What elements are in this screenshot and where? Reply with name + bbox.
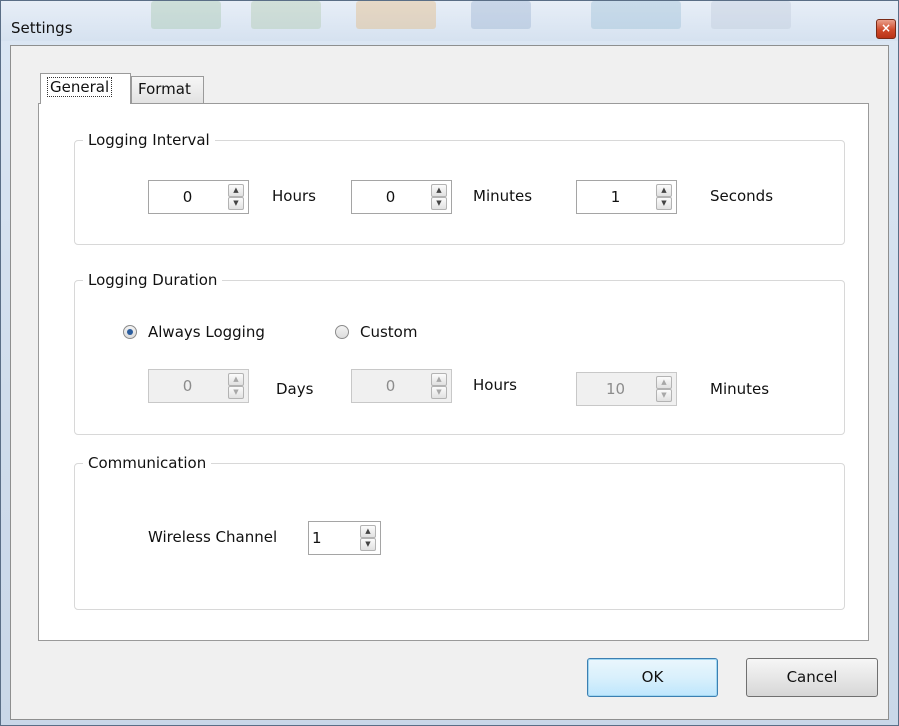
stepper-arrows: ▲ ▼ <box>656 184 672 210</box>
duration-hours-stepper: 0 ▲ ▼ <box>351 369 452 403</box>
custom-radio[interactable] <box>335 325 349 339</box>
spin-up-icon: ▲ <box>656 376 672 389</box>
spin-up-icon: ▲ <box>431 373 447 386</box>
background-ghost <box>471 1 531 29</box>
spin-up-icon[interactable]: ▲ <box>360 525 376 538</box>
title-bar[interactable]: Settings × <box>1 1 898 41</box>
stepper-arrows: ▲ ▼ <box>360 525 376 551</box>
window-title: Settings <box>11 19 73 37</box>
minutes-unit-label: Minutes <box>473 187 533 205</box>
wireless-channel-label: Wireless Channel <box>148 528 278 546</box>
spin-down-icon[interactable]: ▼ <box>656 197 672 210</box>
hours-unit-label: Hours <box>272 187 316 205</box>
interval-minutes-stepper[interactable]: 0 ▲ ▼ <box>351 180 452 214</box>
background-ghost <box>251 1 321 29</box>
background-ghost <box>711 1 791 29</box>
logging-duration-group: Logging Duration <box>74 270 845 435</box>
close-icon: × <box>880 21 892 35</box>
spin-down-icon[interactable]: ▼ <box>228 197 244 210</box>
spin-up-icon[interactable]: ▲ <box>228 184 244 197</box>
close-button[interactable]: × <box>876 19 896 39</box>
wireless-channel-stepper[interactable]: 1 ▲ ▼ <box>308 521 381 555</box>
stepper-value: 1 <box>312 529 322 547</box>
background-ghost <box>591 1 681 29</box>
custom-label[interactable]: Custom <box>360 323 417 341</box>
stepper-value: 0 <box>182 377 193 395</box>
spin-down-icon[interactable]: ▼ <box>431 197 447 210</box>
duration-days-stepper: 0 ▲ ▼ <box>148 369 249 403</box>
minutes-unit-label: Minutes <box>710 380 770 398</box>
background-ghost <box>151 1 221 29</box>
spin-down-icon: ▼ <box>656 389 672 402</box>
stepper-arrows: ▲ ▼ <box>656 376 672 402</box>
hours-unit-label: Hours <box>473 376 517 394</box>
tab-format[interactable]: Format <box>131 76 204 103</box>
spin-down-icon: ▼ <box>228 386 244 399</box>
tab-format-label: Format <box>138 80 191 98</box>
cancel-button[interactable]: Cancel <box>746 658 878 697</box>
ok-button[interactable]: OK <box>587 658 718 697</box>
seconds-unit-label: Seconds <box>710 187 774 205</box>
spin-up-icon[interactable]: ▲ <box>656 184 672 197</box>
stepper-value: 0 <box>385 188 396 206</box>
spin-up-icon[interactable]: ▲ <box>431 184 447 197</box>
background-ghost <box>356 1 436 29</box>
days-unit-label: Days <box>276 380 314 398</box>
stepper-arrows: ▲ ▼ <box>431 184 447 210</box>
spin-down-icon: ▼ <box>431 386 447 399</box>
group-title: Logging Duration <box>83 270 223 290</box>
always-logging-radio[interactable] <box>123 325 137 339</box>
stepper-arrows: ▲ ▼ <box>431 373 447 399</box>
tab-general[interactable]: General <box>40 73 131 104</box>
interval-seconds-stepper[interactable]: 1 ▲ ▼ <box>576 180 677 214</box>
duration-minutes-stepper: 10 ▲ ▼ <box>576 372 677 406</box>
spin-up-icon: ▲ <box>228 373 244 386</box>
stepper-value: 10 <box>605 380 626 398</box>
stepper-value: 0 <box>182 188 193 206</box>
stepper-arrows: ▲ ▼ <box>228 184 244 210</box>
group-title: Communication <box>83 453 212 473</box>
stepper-arrows: ▲ ▼ <box>228 373 244 399</box>
always-logging-label[interactable]: Always Logging <box>148 323 265 341</box>
stepper-value: 1 <box>610 188 621 206</box>
interval-hours-stepper[interactable]: 0 ▲ ▼ <box>148 180 249 214</box>
group-title: Logging Interval <box>83 130 215 150</box>
spin-down-icon[interactable]: ▼ <box>360 538 376 551</box>
tab-general-label: General <box>47 77 113 97</box>
stepper-value: 0 <box>385 377 396 395</box>
